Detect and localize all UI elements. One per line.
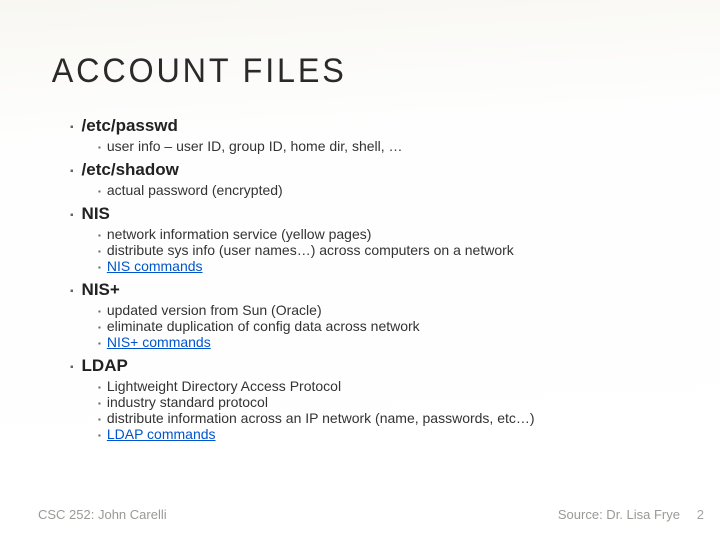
section-heading: ▪ NIS+: [70, 280, 680, 300]
content-body: ▪ /etc/passwd ▪ user info – user ID, group …: [70, 110, 680, 445]
list-item: ▪ distribute information across an IP net…: [98, 410, 680, 426]
bullet-icon: ▪: [98, 323, 101, 332]
section-heading: ▪ /etc/shadow: [70, 160, 680, 180]
bullet-icon: ▪: [98, 383, 101, 392]
page-number: 2: [697, 507, 704, 522]
link[interactable]: LDAP commands: [107, 426, 216, 442]
list-item-text: distribute information across an IP netw…: [107, 410, 535, 426]
list-item-link[interactable]: LDAP commands: [107, 426, 216, 442]
section-heading: ▪ /etc/passwd: [70, 116, 680, 136]
list-item: ▪ updated version from Sun (Oracle): [98, 302, 680, 318]
section-heading-text: /etc/passwd: [82, 116, 178, 136]
section-heading-text: NIS: [82, 204, 110, 224]
list-item: ▪ eliminate duplication of config data ac…: [98, 318, 680, 334]
bullet-icon: ▪: [98, 143, 101, 152]
bullet-icon: ▪: [98, 263, 101, 272]
list-item: ▪ actual password (encrypted): [98, 182, 680, 198]
footer-right: Source: Dr. Lisa Frye: [558, 507, 680, 522]
link[interactable]: NIS commands: [107, 258, 203, 274]
list-item: ▪ industry standard protocol: [98, 394, 680, 410]
section-items: ▪ network information service (yellow pag…: [98, 226, 680, 274]
bullet-icon: ▪: [98, 339, 101, 348]
bullet-icon: ▪: [98, 415, 101, 424]
section-items: ▪ actual password (encrypted): [98, 182, 680, 198]
list-item-text: actual password (encrypted): [107, 182, 283, 198]
bullet-icon: ▪: [70, 362, 74, 373]
section-heading: ▪ LDAP: [70, 356, 680, 376]
list-item-link[interactable]: NIS+ commands: [107, 334, 211, 350]
bullet-icon: ▪: [70, 286, 74, 297]
bullet-icon: ▪: [70, 166, 74, 177]
list-item: ▪ distribute sys info (user names…) acros…: [98, 242, 680, 258]
footer-left: CSC 252: John Carelli: [38, 507, 167, 522]
list-item-text: industry standard protocol: [107, 394, 268, 410]
section-heading-text: NIS+: [82, 280, 120, 300]
section-items: ▪ updated version from Sun (Oracle) ▪ elimi…: [98, 302, 680, 350]
list-item: ▪ user info – user ID, group ID, home dir…: [98, 138, 680, 154]
list-item-text: distribute sys info (user names…) across…: [107, 242, 514, 258]
section-heading-text: LDAP: [82, 356, 128, 376]
bullet-icon: ▪: [70, 122, 74, 133]
list-item: ▪ NIS commands: [98, 258, 680, 274]
list-item-text: eliminate duplication of config data acr…: [107, 318, 420, 334]
list-item-text: updated version from Sun (Oracle): [107, 302, 322, 318]
list-item: ▪ Lightweight Directory Access Protocol: [98, 378, 680, 394]
section-heading: ▪ NIS: [70, 204, 680, 224]
bullet-icon: ▪: [98, 247, 101, 256]
slide-title: ACCOUNT FILES: [52, 52, 347, 91]
bullet-icon: ▪: [98, 431, 101, 440]
list-item-text: user info – user ID, group ID, home dir,…: [107, 138, 403, 154]
list-item: ▪ network information service (yellow pag…: [98, 226, 680, 242]
bullet-icon: ▪: [98, 399, 101, 408]
section-heading-text: /etc/shadow: [82, 160, 179, 180]
link[interactable]: NIS+ commands: [107, 334, 211, 350]
list-item-text: Lightweight Directory Access Protocol: [107, 378, 341, 394]
bullet-icon: ▪: [70, 210, 74, 221]
section-items: ▪ user info – user ID, group ID, home dir…: [98, 138, 680, 154]
bullet-icon: ▪: [98, 231, 101, 240]
list-item-text: network information service (yellow page…: [107, 226, 372, 242]
list-item: ▪ LDAP commands: [98, 426, 680, 442]
bullet-icon: ▪: [98, 307, 101, 316]
section-items: ▪ Lightweight Directory Access Protocol ▪ i…: [98, 378, 680, 442]
list-item-link[interactable]: NIS commands: [107, 258, 203, 274]
bullet-icon: ▪: [98, 187, 101, 196]
list-item: ▪ NIS+ commands: [98, 334, 680, 350]
